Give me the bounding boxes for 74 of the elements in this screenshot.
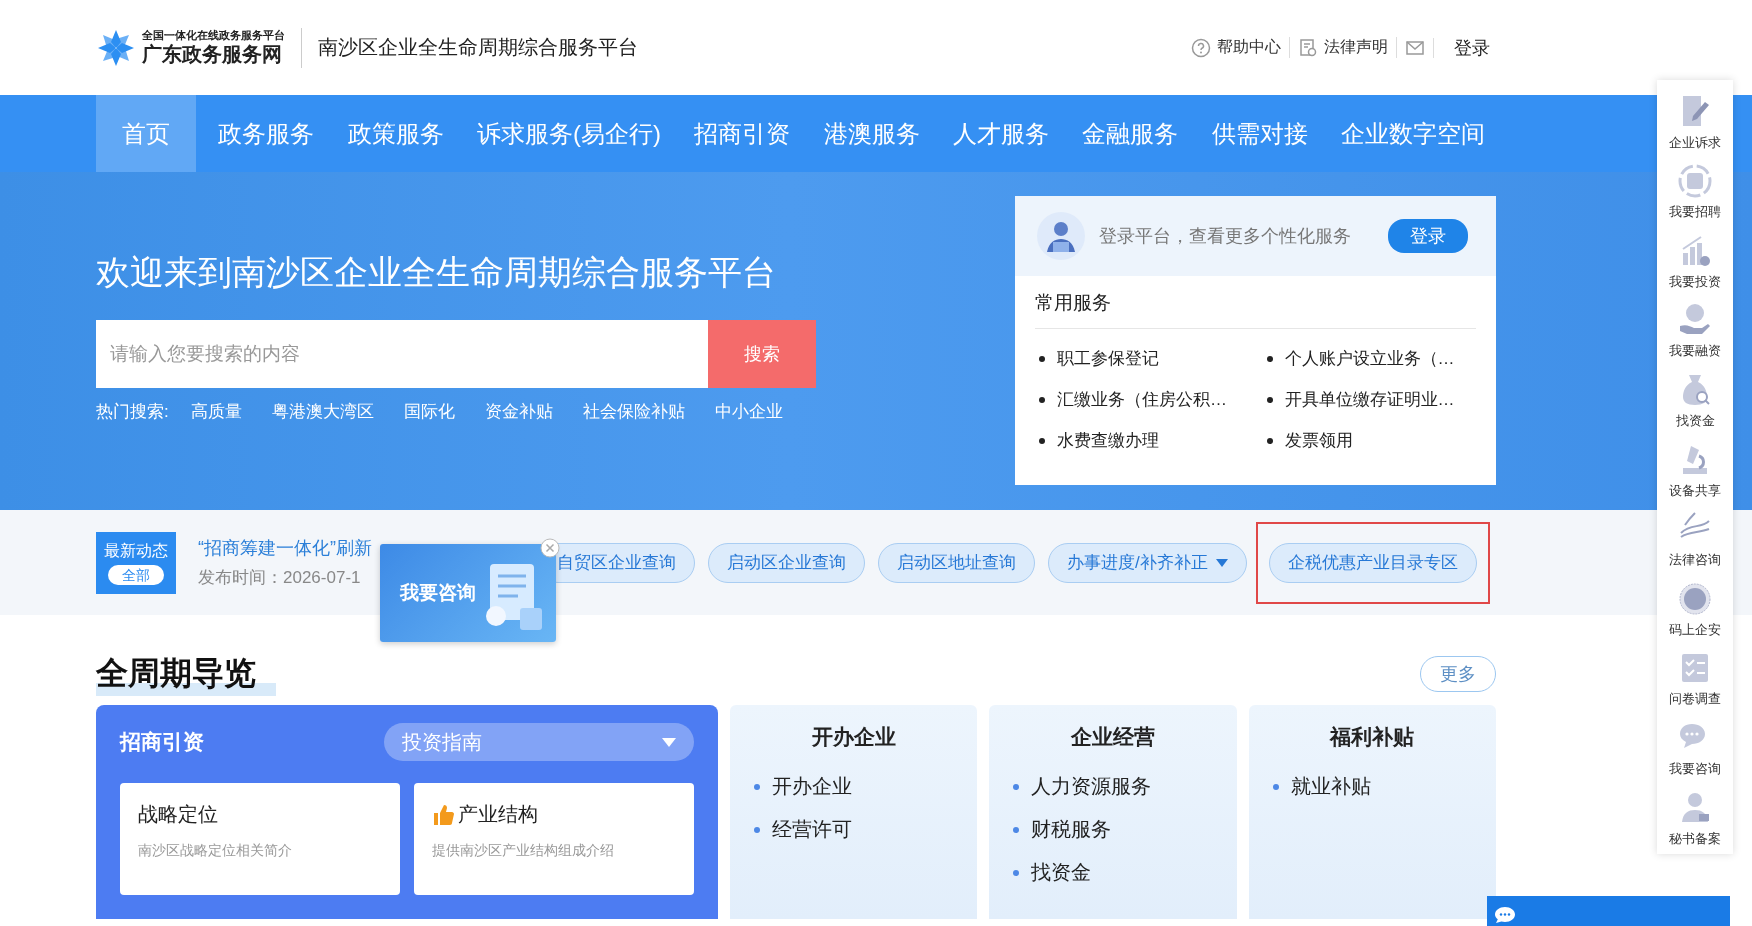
login-link[interactable]: 登录 (1454, 35, 1490, 60)
service-link[interactable]: 汇缴业务（住房公积… (1057, 388, 1227, 411)
thumbs-up-icon (432, 803, 454, 826)
side-tool-label[interactable]: 我要咨询 (1669, 759, 1721, 778)
side-tool-label[interactable]: 法律咨询 (1669, 551, 1721, 570)
close-icon[interactable] (540, 538, 560, 558)
login-button[interactable]: 登录 (1388, 219, 1468, 253)
platform-title: 南沙区企业全生命周期综合服务平台 (318, 35, 638, 60)
service-link[interactable]: 个人账户设立业务（… (1284, 347, 1455, 370)
help-icon[interactable] (1191, 37, 1211, 58)
card-title: 开办企业 (810, 724, 897, 750)
bullet-icon (754, 783, 760, 790)
info-tile[interactable]: 产业结构 提供南沙区产业结构组成介绍 (414, 783, 694, 895)
quick-link-button[interactable]: 启动区企业查询 (708, 542, 865, 583)
search-field[interactable]: 请输入您要搜索的内容 (96, 320, 708, 388)
all-news-tab[interactable]: 全部 (108, 564, 164, 585)
category-link[interactable]: 找资金 (1031, 859, 1092, 886)
side-tool-label[interactable]: 设备共享 (1669, 481, 1721, 500)
card-title: 企业经营 (1070, 724, 1156, 750)
info-tile[interactable]: 战略定位 南沙区战略定位相关简介 (120, 783, 400, 895)
side-tool-label[interactable]: 码上企安 (1669, 620, 1721, 639)
caret-icon (1215, 558, 1228, 567)
bullet-icon (1039, 355, 1045, 362)
side-tool-label[interactable]: 问卷调查 (1669, 690, 1721, 709)
service-link[interactable]: 水费查缴办理 (1057, 429, 1159, 452)
news-date: 发布时间：2026-07-1 (198, 567, 362, 589)
category-link[interactable]: 开办企业 (772, 773, 852, 800)
side-tool-label[interactable]: 找资金 (1675, 411, 1715, 430)
bullet-icon (1039, 396, 1045, 403)
header-link[interactable]: 法律声明 (1324, 37, 1388, 58)
tile-description: 提供南沙区产业结构组成介绍 (432, 842, 615, 860)
quick-link-button[interactable]: 办事进度/补齐补正 (1048, 542, 1247, 583)
side-tool-label[interactable]: 企业诉求 (1669, 133, 1721, 152)
tile-title: 产业结构 (458, 802, 538, 827)
side-tool-label[interactable]: 我要招聘 (1669, 203, 1721, 222)
emblem-icon[interactable] (1677, 580, 1713, 617)
bullet-icon (1272, 783, 1279, 790)
logo-subtitle: 全国一体化在线政务服务平台 (142, 29, 285, 42)
login-prompt: 登录平台，查看更多个性化服务 (1099, 225, 1352, 248)
card-title: 福利补贴 (1328, 724, 1416, 750)
bullet-icon (1013, 783, 1020, 790)
tile-title: 战略定位 (138, 802, 218, 827)
bullet-icon (1266, 355, 1273, 362)
hot-search-label: 热门搜索: (96, 401, 169, 423)
chat-widget[interactable] (1487, 896, 1730, 926)
caret-icon (662, 737, 676, 747)
service-link[interactable]: 发票领用 (1284, 429, 1353, 452)
category-link[interactable]: 财税服务 (1031, 816, 1112, 843)
quick-link-button[interactable]: 企税优惠产业目录专区 (1268, 542, 1477, 583)
card-title: 招商引资 (120, 729, 204, 755)
bullet-icon (1266, 437, 1273, 444)
category-link[interactable]: 人力资源服务 (1031, 773, 1152, 800)
logo-title[interactable]: 广东政务服务网 (142, 42, 285, 66)
document-icon[interactable] (1298, 37, 1318, 58)
tile-description: 南沙区战略定位相关简介 (138, 842, 293, 860)
side-tool-label[interactable]: 我要投资 (1669, 272, 1721, 291)
category-link[interactable]: 经营许可 (772, 816, 852, 843)
services-heading: 常用服务 (1035, 290, 1476, 329)
header-link[interactable]: 帮助中心 (1217, 37, 1281, 58)
welcome-title: 欢迎来到南沙区企业全生命周期综合服务平台 (96, 252, 777, 293)
service-link[interactable]: 职工参保登记 (1057, 347, 1159, 370)
bullet-icon (754, 826, 760, 833)
bullet-icon (1013, 869, 1020, 876)
side-tool-label[interactable]: 秘书备案 (1669, 829, 1721, 848)
user-avatar-icon (1037, 212, 1085, 260)
category-link[interactable]: 就业补贴 (1290, 773, 1371, 800)
bullet-icon (1266, 396, 1273, 403)
service-link[interactable]: 开具单位缴存证明业… (1284, 388, 1455, 411)
bullet-icon (1013, 826, 1020, 833)
news-badge-title: 最新动态 (104, 540, 168, 561)
side-tool-label[interactable]: 我要融资 (1669, 342, 1721, 361)
chat-icon[interactable] (1494, 906, 1516, 924)
quick-link-button[interactable]: 启动区地址查询 (878, 542, 1035, 583)
bullet-icon (1039, 437, 1045, 444)
